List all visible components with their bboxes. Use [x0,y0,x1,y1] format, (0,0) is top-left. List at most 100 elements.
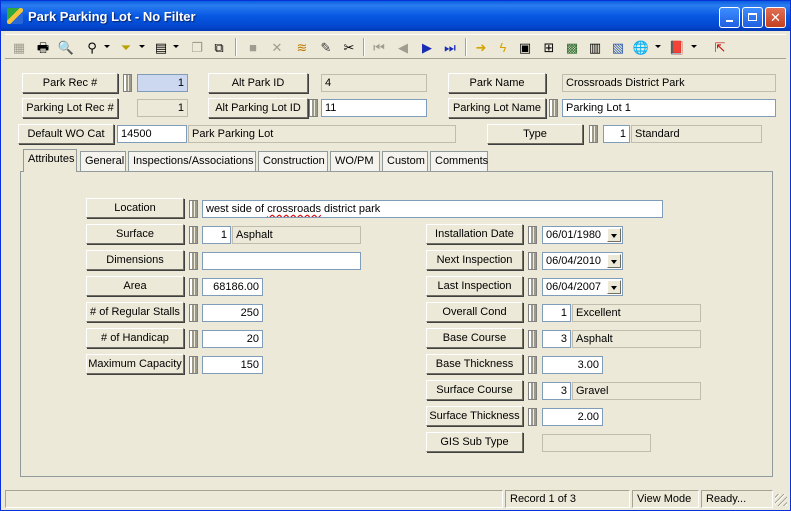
lookup-grip-icon[interactable] [189,304,198,322]
park-rec-button[interactable]: Park Rec # [22,73,118,93]
surface-thickness-button[interactable]: Surface Thickness [426,406,523,426]
parking-lot-name-button[interactable]: Parking Lot Name [448,98,546,118]
parking-lot-rec-button[interactable]: Parking Lot Rec # [22,98,118,118]
book-icon[interactable]: 📕 [667,37,687,57]
default-wo-cat-code-field[interactable]: 14500 [117,125,187,143]
lookup-grip-icon[interactable] [528,330,537,348]
resize-grip-icon[interactable] [775,494,787,506]
goto-arrow-icon[interactable]: ➜ [471,37,491,57]
copy-record-icon[interactable]: ❐ [187,37,207,57]
default-wo-cat-button[interactable]: Default WO Cat [18,124,114,144]
next-inspection-picker[interactable]: 06/04/2010 [542,252,623,270]
lookup-grip-icon[interactable] [189,226,198,244]
filter-icon[interactable]: ⏷ [116,37,136,57]
lookup-grip-icon[interactable] [309,99,318,117]
globe-dropdown-icon[interactable] [655,45,661,48]
lookup-grip-icon[interactable] [189,200,198,218]
calculator-icon[interactable]: ▥ [585,37,605,57]
tab-custom[interactable]: Custom [382,151,428,171]
save-icon[interactable]: ■ [243,37,263,57]
close-button[interactable]: ✕ [765,7,786,28]
base-thickness-button[interactable]: Base Thickness [426,354,523,374]
maximize-button[interactable] [742,7,763,28]
overall-cond-button[interactable]: Overall Cond [426,302,523,322]
regular-stalls-field[interactable]: 250 [202,304,263,322]
location-field[interactable]: west side of crossroads district park [202,200,663,218]
filter-dropdown-icon[interactable] [139,45,145,48]
cut-icon[interactable]: ✂ [339,37,359,57]
next-record-icon[interactable]: ▶ [417,37,437,57]
app-icon[interactable] [7,8,23,24]
base-thickness-field[interactable]: 3.00 [542,356,603,374]
find-dropdown-icon[interactable] [104,45,110,48]
find-icon[interactable]: ⚲ [82,37,102,57]
lookup-grip-icon[interactable] [528,226,537,244]
regular-stalls-button[interactable]: # of Regular Stalls [86,302,184,322]
installation-date-picker[interactable]: 06/01/1980 [542,226,623,244]
lookup-grip-icon[interactable] [189,356,198,374]
report-dropdown-icon[interactable] [173,45,179,48]
park-name-button[interactable]: Park Name [448,73,546,93]
stack-icon[interactable]: ≋ [292,37,312,57]
lookup-grip-icon[interactable] [549,99,558,117]
print-icon[interactable]: 🖶 [33,37,53,57]
lookup-grip-icon[interactable] [528,278,537,296]
tab-wo-pm[interactable]: WO/PM [330,151,380,171]
last-inspection-picker[interactable]: 06/04/2007 [542,278,623,296]
chevron-down-icon[interactable] [607,254,621,268]
gis-sub-type-button[interactable]: GIS Sub Type [426,432,523,452]
alt-park-id-button[interactable]: Alt Park ID [208,73,308,93]
parking-lot-name-field[interactable]: Parking Lot 1 [562,99,776,117]
surface-code-field[interactable]: 1 [202,226,231,244]
map-icon[interactable]: ▩ [562,37,582,57]
installation-date-button[interactable]: Installation Date [426,224,523,244]
surface-course-code-field[interactable]: 3 [542,382,571,400]
handicap-field[interactable]: 20 [202,330,263,348]
lookup-grip-icon[interactable] [189,330,198,348]
duplicate-icon[interactable]: ⧉ [209,37,229,57]
overall-cond-code-field[interactable]: 1 [542,304,571,322]
tab-construction[interactable]: Construction [258,151,328,171]
new-record-icon[interactable]: ▦ [9,37,29,57]
base-course-code-field[interactable]: 3 [542,330,571,348]
handicap-button[interactable]: # of Handicap [86,328,184,348]
surface-course-button[interactable]: Surface Course [426,380,523,400]
lookup-grip-icon[interactable] [528,356,537,374]
lookup-grip-icon[interactable] [528,382,537,400]
book-dropdown-icon[interactable] [691,45,697,48]
hierarchy-icon[interactable]: ⊞ [539,37,559,57]
minimize-button[interactable] [719,7,740,28]
next-inspection-button[interactable]: Next Inspection [426,250,523,270]
location-button[interactable]: Location [86,198,184,218]
max-capacity-field[interactable]: 150 [202,356,263,374]
tab-inspections-associations[interactable]: Inspections/Associations [128,151,256,171]
lookup-grip-icon[interactable] [528,252,537,270]
alt-parking-lot-id-button[interactable]: Alt Parking Lot ID [208,98,308,118]
lightning-icon[interactable]: ϟ [493,37,513,57]
surface-button[interactable]: Surface [86,224,184,244]
alt-parking-lot-id-field[interactable]: 11 [321,99,427,117]
surface-thickness-field[interactable]: 2.00 [542,408,603,426]
first-record-icon[interactable]: ⏮ [369,37,389,57]
chevron-down-icon[interactable] [607,228,621,242]
last-inspection-button[interactable]: Last Inspection [426,276,523,296]
window-icon[interactable]: ▣ [515,37,535,57]
chevron-down-icon[interactable] [607,280,621,294]
lookup-grip-icon[interactable] [189,252,198,270]
lookup-grip-icon[interactable] [528,408,537,426]
globe-icon[interactable]: 🌐 [631,37,651,57]
title-bar[interactable]: Park Parking Lot - No Filter ✕ [1,1,790,31]
edit-icon[interactable]: ✎ [316,37,336,57]
exit-icon[interactable]: ⇱ [710,37,730,57]
lookup-grip-icon[interactable] [589,125,598,143]
park-rec-field[interactable]: 1 [137,74,188,92]
print-preview-icon[interactable]: 🔍 [56,37,76,57]
previous-record-icon[interactable]: ◀ [393,37,413,57]
lookup-grip-icon[interactable] [189,278,198,296]
tab-comments[interactable]: Comments [430,151,488,171]
max-capacity-button[interactable]: Maximum Capacity [86,354,184,374]
gis-icon[interactable]: ▧ [608,37,628,57]
base-course-button[interactable]: Base Course [426,328,523,348]
area-field[interactable]: 68186.00 [202,278,263,296]
area-button[interactable]: Area [86,276,184,296]
